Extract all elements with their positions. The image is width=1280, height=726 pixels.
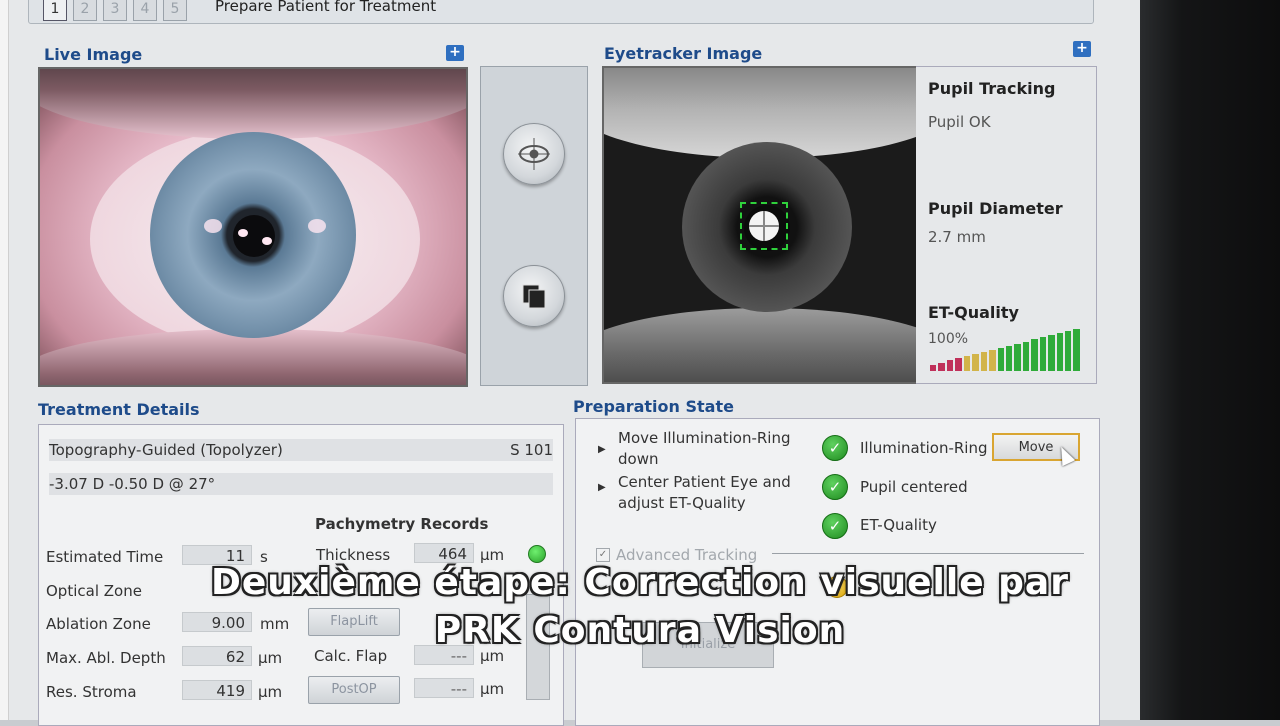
refraction-row: -3.07 D -0.50 D @ 27° — [49, 473, 553, 495]
glint — [238, 229, 248, 237]
step-header: 1 2 3 4 5 Prepare Patient for Treatment — [28, 0, 1094, 24]
check-icon: ✓ — [822, 513, 848, 539]
et-quality-bar — [955, 358, 962, 371]
max-ablation-depth-label: Max. Abl. Depth — [46, 649, 166, 667]
image-stack-button[interactable] — [503, 265, 565, 327]
residual-stroma-value: 419 — [182, 680, 252, 700]
advanced-tracking-checkbox[interactable]: ✓ — [596, 548, 610, 562]
residual-stroma-unit: µm — [258, 683, 283, 701]
et-quality-bar — [1048, 335, 1055, 371]
pupil-tracking-value: Pupil OK — [928, 113, 991, 131]
step-1[interactable]: 1 — [43, 0, 67, 21]
step-4[interactable]: 4 — [133, 0, 157, 21]
step-2[interactable]: 2 — [73, 0, 97, 21]
live-expand-button[interactable]: + — [446, 45, 464, 61]
caption-line-2: PRK Contura Vision — [434, 610, 846, 651]
et-quality-bar — [930, 365, 937, 371]
eyetracker-image-view — [602, 66, 920, 384]
step-indicators: 1 2 3 4 5 — [43, 0, 187, 21]
thickness-ok-indicator — [528, 545, 546, 563]
crosshair-icon — [749, 211, 779, 241]
et-quality-bar — [1073, 329, 1080, 371]
view-controls — [480, 66, 588, 386]
eye-view-button[interactable] — [503, 123, 565, 185]
glint — [204, 219, 222, 233]
separator — [772, 553, 1084, 554]
treatment-mode: Topography-Guided (Topolyzer) — [49, 441, 283, 459]
et-quality-bar — [989, 350, 996, 371]
check-pupil-centered: Pupil centered — [860, 478, 968, 496]
instruction-illumination: Move Illumination-Ring down — [618, 429, 791, 468]
eyetracker-expand-button[interactable]: + — [1073, 41, 1091, 57]
instruction-center-eye: Center Patient Eye and adjust ET-Quality — [618, 473, 791, 512]
et-quality-label: ET-Quality — [928, 303, 1019, 322]
treatment-details-title: Treatment Details — [38, 400, 200, 419]
treatment-mode-row: Topography-Guided (Topolyzer) S 101 — [49, 439, 553, 461]
et-quality-bar — [946, 360, 954, 371]
pupil-diameter-value: 2.7 mm — [928, 228, 986, 246]
et-quality-bar — [1039, 337, 1047, 371]
max-ablation-depth-unit: µm — [258, 649, 283, 667]
lower-eyelid — [604, 308, 918, 382]
glint — [262, 237, 272, 245]
upper-eyelid — [40, 69, 466, 139]
treatment-code: S 101 — [510, 441, 553, 459]
thickness-value: 464 — [414, 543, 474, 563]
layers-icon — [522, 284, 546, 309]
check-icon: ✓ — [822, 474, 848, 500]
et-quality-bar — [1022, 342, 1030, 371]
step-5[interactable]: 5 — [163, 0, 187, 21]
caption-line-1: Deuxième étape: Correction visuelle par — [211, 562, 1069, 603]
eyetracker-title: Eyetracker Image — [604, 44, 763, 63]
glint — [308, 219, 326, 233]
et-quality-bar — [980, 352, 988, 371]
preparation-state-title: Preparation State — [573, 397, 734, 416]
live-image-view — [38, 67, 468, 387]
check-icon: ✓ — [822, 435, 848, 461]
postop-value: --- — [414, 678, 474, 698]
check-et-quality: ET-Quality — [860, 516, 937, 534]
check-illumination-ring: Illumination-Ring — [860, 439, 988, 457]
arrow-right-icon: ▶ — [598, 482, 606, 493]
et-quality-bar — [1005, 346, 1013, 371]
arrow-right-icon: ▶ — [598, 444, 606, 455]
et-quality-bar — [963, 356, 971, 371]
et-quality-bar — [997, 348, 1004, 371]
live-image-title: Live Image — [44, 45, 143, 64]
et-quality-meter — [930, 329, 1080, 371]
eye-icon — [518, 138, 550, 170]
et-quality-bar — [1065, 331, 1072, 371]
refraction-value: -3.07 D -0.50 D @ 27° — [49, 475, 216, 493]
et-quality-bar — [1056, 333, 1063, 371]
pachymetry-title: Pachymetry Records — [315, 515, 489, 533]
et-quality-bar — [938, 363, 945, 371]
et-quality-bar — [1014, 344, 1021, 371]
step-title: Prepare Patient for Treatment — [215, 0, 437, 15]
pupil-diameter-label: Pupil Diameter — [928, 199, 1063, 218]
tracking-info-panel: Pupil Tracking Pupil OK Pupil Diameter 2… — [916, 66, 1097, 384]
et-quality-bar — [1031, 339, 1038, 371]
step-3[interactable]: 3 — [103, 0, 127, 21]
postop-unit: µm — [480, 680, 505, 698]
postop-button[interactable]: PostOP — [308, 676, 400, 704]
residual-stroma-label: Res. Stroma — [46, 683, 137, 701]
pupil-tracking-label: Pupil Tracking — [928, 79, 1056, 98]
et-quality-bar — [972, 354, 979, 371]
